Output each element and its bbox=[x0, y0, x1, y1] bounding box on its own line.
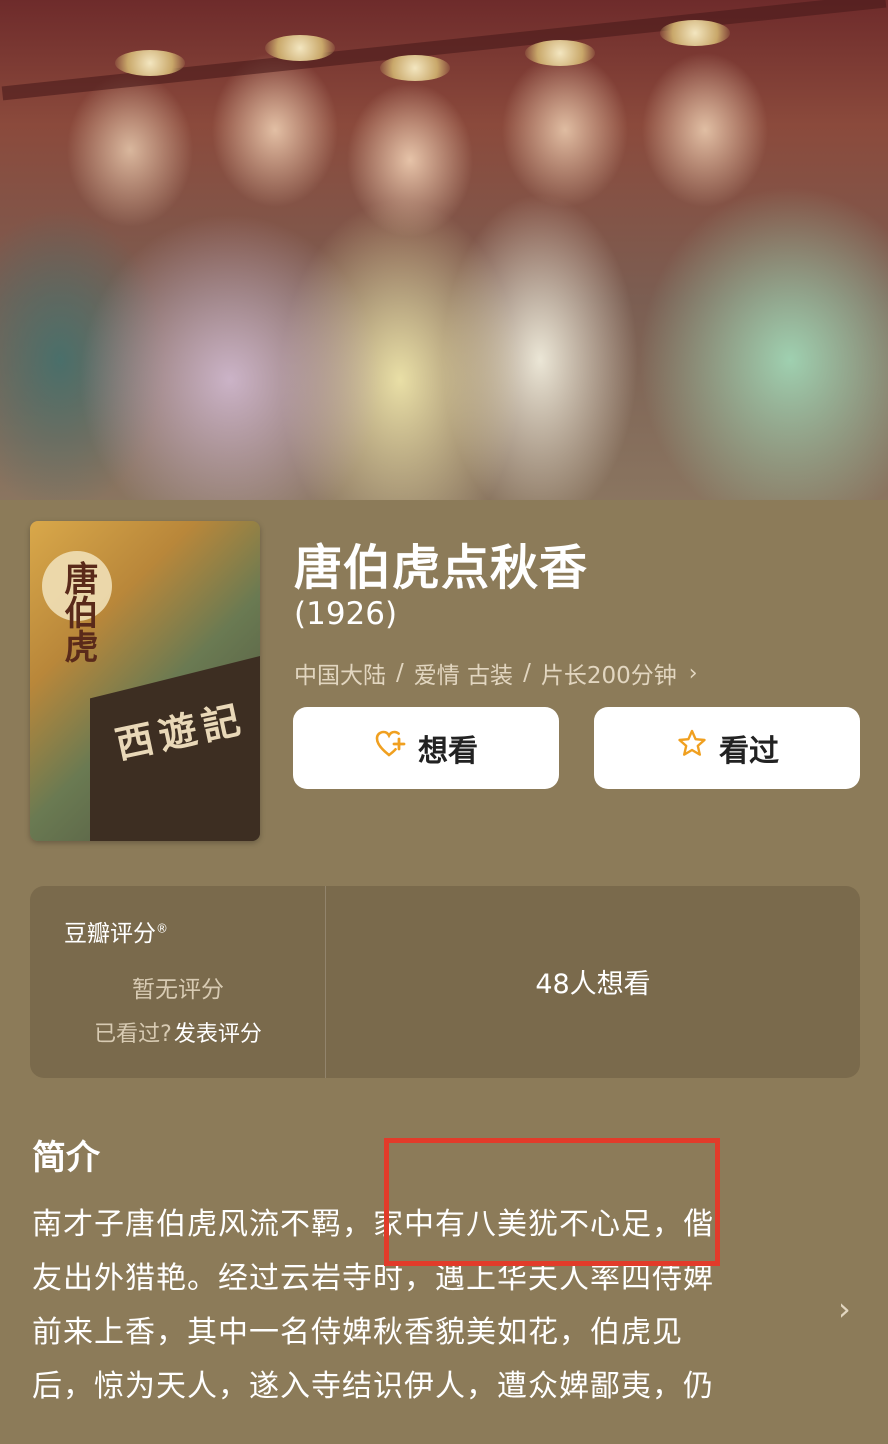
meta-separator: / bbox=[523, 660, 531, 686]
poster-vertical-title: 唐伯虎 bbox=[58, 561, 98, 663]
douban-rating-label: 豆瓣评分® bbox=[64, 914, 168, 948]
want-to-watch-label: 想看 bbox=[418, 734, 478, 769]
rating-label-text: 豆瓣评分 bbox=[64, 921, 156, 947]
rating-card: 豆瓣评分® 暂无评分 已看过?发表评分 48人想看 bbox=[30, 886, 860, 1078]
want-to-watch-button[interactable]: 想看 bbox=[293, 707, 559, 789]
expand-chevron-icon[interactable]: › bbox=[838, 1290, 851, 1328]
hero-image bbox=[0, 0, 888, 500]
meta-genres: 爱情 古装 bbox=[413, 663, 514, 689]
rate-prompt: 已看过?发表评分 bbox=[30, 1016, 326, 1048]
watched-label: 看过 bbox=[719, 734, 779, 769]
headpiece bbox=[265, 35, 335, 61]
highlight-annotation-box bbox=[384, 1138, 720, 1266]
movie-year: (1926) bbox=[294, 596, 398, 632]
seen-prompt-text: 已看过? bbox=[94, 1022, 172, 1047]
headpiece bbox=[660, 20, 730, 46]
headpiece bbox=[115, 50, 185, 76]
meta-separator: / bbox=[396, 660, 404, 686]
movie-poster[interactable]: 唐伯虎 西遊記 bbox=[30, 521, 260, 841]
movie-meta-row[interactable]: 中国大陆 / 爱情 古装 / 片长200分钟 › bbox=[294, 656, 698, 690]
chevron-right-icon: › bbox=[688, 660, 698, 686]
movie-title: 唐伯虎点秋香 bbox=[294, 540, 589, 596]
post-rating-link[interactable]: 发表评分 bbox=[174, 1022, 262, 1047]
meta-region: 中国大陆 bbox=[294, 663, 386, 689]
watched-button[interactable]: 看过 bbox=[594, 707, 860, 789]
hero-beam bbox=[1, 0, 887, 101]
headpiece bbox=[525, 40, 595, 66]
rating-score-panel: 豆瓣评分® 暂无评分 已看过?发表评分 bbox=[30, 886, 326, 1078]
intro-line: 后，惊为天人，遂入寺结识伊人，遭众婢鄙夷，仍 bbox=[32, 1369, 714, 1404]
star-icon bbox=[675, 727, 709, 769]
intro-title: 简介 bbox=[32, 1138, 100, 1178]
no-rating-text: 暂无评分 bbox=[132, 977, 224, 1003]
intro-line: 前来上香，其中一名侍婢秋香貌美如花，伯虎见 bbox=[32, 1315, 683, 1350]
headpiece bbox=[380, 55, 450, 81]
meta-runtime: 片长200分钟 bbox=[540, 663, 677, 689]
heart-plus-icon bbox=[374, 727, 408, 769]
want-count: 48人想看 bbox=[535, 969, 651, 1000]
trademark-symbol: ® bbox=[156, 921, 168, 936]
